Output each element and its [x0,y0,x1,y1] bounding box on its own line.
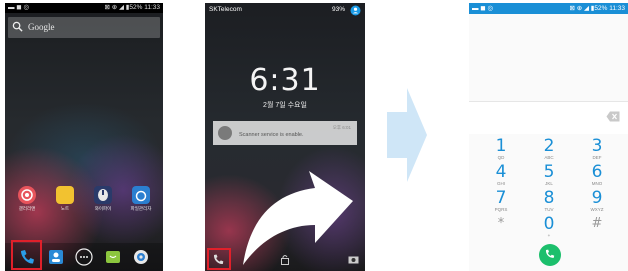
key-digit: * [497,216,505,231]
key-letters: TUV [544,207,554,212]
dial-key-7[interactable]: 7 PQRS [481,189,521,213]
status-icons-left: ▬ ◼ ◎ [472,5,494,12]
key-letters: MNO [591,181,603,186]
unlock-icon[interactable] [280,254,290,265]
home-screen-phone: ▬ ◼ ◎ ⊠ ⊕ ◢ ▮52% 11:33 Google 갤러리앤 노트 와이… [5,3,163,271]
status-bar: ▬ ◼ ◎ ⊠ ⊕ ◢ ▮52% 11:33 [5,3,163,13]
swipe-arrow-illustration [243,171,353,265]
dial-key-star[interactable]: * [481,215,521,239]
key-digit: 6 [591,162,603,182]
gallery-app-icon [18,186,36,204]
home-app-row: 갤러리앤 노트 와이파이 파일관리자 [15,186,155,216]
key-digit: 5 [543,162,555,182]
search-icon [12,21,23,32]
status-icons-right: ⊠ ⊕ ◢ ▮52% 11:33 [569,5,626,12]
call-button[interactable] [539,244,561,266]
app-file-manager[interactable]: 파일관리자 [129,186,153,212]
dial-key-8[interactable]: 8 TUV [529,189,569,213]
dial-key-6[interactable]: 6 MNO [577,163,617,187]
key-letters: WXYZ [590,207,604,212]
contacts-icon[interactable] [47,248,65,266]
app-label: 갤러리앤 [18,206,36,211]
dial-key-5[interactable]: 5 JKL [529,163,569,187]
app-wifi[interactable]: 와이파이 [91,186,115,212]
app-label: 노트 [60,206,70,211]
key-letters: GHI [496,181,505,186]
camera-shortcut-icon[interactable] [348,255,359,264]
key-letters: + [547,233,551,238]
key-digit: 7 [495,188,507,208]
key-digit: 4 [495,162,507,182]
lock-screen-phone: SKTelecom 93% 6:31 2월 7일 수요일 Scanner ser… [205,3,365,271]
backspace-icon[interactable] [606,111,620,122]
key-letters: JKL [545,181,553,186]
app-label: 와이파이 [94,206,112,211]
dial-number-field[interactable] [469,101,628,134]
app-drawer-icon[interactable] [75,248,93,266]
phone-icon-highlight [11,240,42,270]
key-letters: PQRS [494,207,508,212]
google-search-bar[interactable]: Google [8,17,160,38]
key-digit: # [591,216,603,231]
search-placeholder: Google [28,22,55,32]
app-gallery[interactable]: 갤러리앤 [15,186,39,212]
key-digit: 8 [543,188,555,208]
key-digit: 9 [591,188,603,208]
phone-shortcut-highlight [207,248,231,270]
key-letters [481,233,521,239]
key-digit: 1 [495,136,507,156]
camera-icon[interactable] [132,248,150,266]
app-label: 파일관리자 [130,206,152,211]
status-icons-right: ⊠ ⊕ ◢ ▮52% 11:33 [104,4,161,11]
key-digit: 2 [543,136,555,156]
dial-key-1[interactable]: 1 QD [481,137,521,161]
key-letters: ABC [544,155,554,160]
status-icons-left: ▬ ◼ ◎ [8,4,30,11]
app-notes[interactable]: 노트 [53,186,77,212]
dial-key-3[interactable]: 3 DEF [577,137,617,161]
key-letters [577,233,617,239]
key-letters: QD [497,155,505,160]
call-icon [545,249,555,258]
dial-key-hash[interactable]: # [577,215,617,239]
dial-key-0[interactable]: 0 + [529,215,569,239]
key-digit: 3 [591,136,603,156]
dial-key-9[interactable]: 9 WXYZ [577,189,617,213]
dial-key-4[interactable]: 4 GHI [481,163,521,187]
dialer-status-bar: ▬ ◼ ◎ ⊠ ⊕ ◢ ▮52% 11:33 [469,3,628,14]
key-digit: 0 [543,214,555,234]
messaging-icon[interactable] [104,248,122,266]
dialer-phone: ▬ ◼ ◎ ⊠ ⊕ ◢ ▮52% 11:33 1 QD 2 ABC 3 DEF … [469,3,628,271]
step-arrow-icon [387,88,427,182]
dial-key-2[interactable]: 2 ABC [529,137,569,161]
folder-app-icon [132,186,150,204]
wifi-app-icon [94,186,112,204]
notes-app-icon [56,186,74,204]
key-letters: DEF [592,155,602,160]
